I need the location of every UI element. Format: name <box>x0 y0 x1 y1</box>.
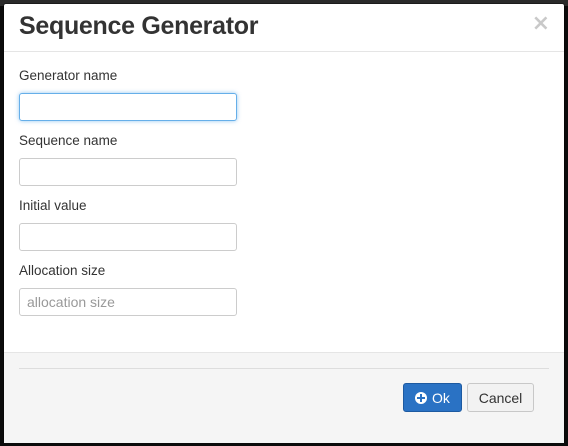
generator-name-input[interactable] <box>19 93 237 121</box>
ok-button-label: Ok <box>432 389 450 406</box>
sequence-generator-dialog: Sequence Generator × Generator name Sequ… <box>4 4 564 443</box>
initial-value-label: Initial value <box>19 198 87 213</box>
close-icon[interactable]: × <box>532 13 550 35</box>
dialog-footer: Ok Cancel <box>4 352 564 443</box>
cancel-button-label: Cancel <box>478 389 523 406</box>
cancel-button[interactable]: Cancel <box>467 383 534 412</box>
dialog-title: Sequence Generator <box>19 12 259 40</box>
generator-name-label: Generator name <box>19 68 118 83</box>
sequence-name-label: Sequence name <box>19 133 118 148</box>
sequence-name-input[interactable] <box>19 158 237 186</box>
plus-circle-icon <box>415 391 428 404</box>
allocation-size-label: Allocation size <box>19 263 106 278</box>
allocation-size-input[interactable] <box>19 288 237 316</box>
dialog-header: Sequence Generator × <box>4 4 564 52</box>
initial-value-input[interactable] <box>19 223 237 251</box>
ok-button[interactable]: Ok <box>403 383 462 412</box>
footer-divider <box>19 368 549 369</box>
